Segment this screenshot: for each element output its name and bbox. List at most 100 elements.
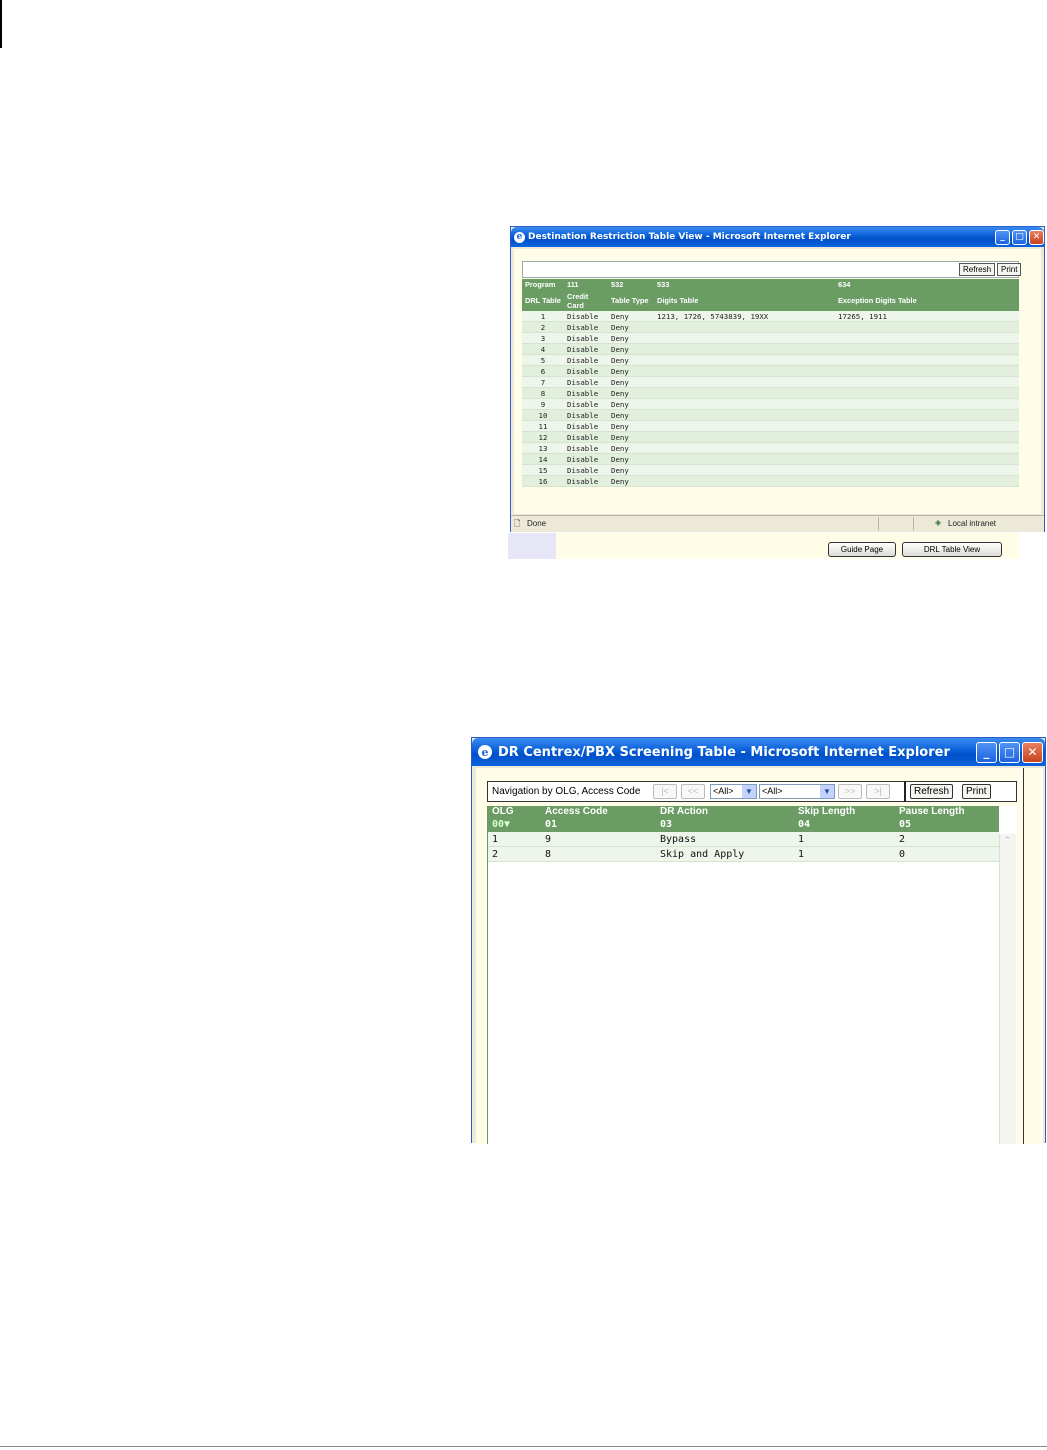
guide-strip: Guide Page DRL Table View bbox=[508, 533, 1020, 559]
cell-blank bbox=[774, 332, 835, 344]
maximize-icon[interactable]: □ bbox=[1012, 229, 1027, 245]
col-olg[interactable]: OLG bbox=[488, 806, 541, 819]
maximize-icon[interactable]: □ bbox=[999, 741, 1020, 763]
cell-drl: 7 bbox=[522, 376, 564, 388]
program-blank bbox=[774, 279, 835, 290]
next-page-button[interactable]: >> bbox=[838, 784, 862, 799]
cell-credit-card: Disable bbox=[564, 409, 608, 421]
table-row[interactable]: 10 Disable Deny bbox=[522, 409, 1019, 421]
cell-exception bbox=[835, 453, 1019, 465]
cell-drl: 9 bbox=[522, 398, 564, 410]
cell-blank bbox=[774, 409, 835, 421]
cell-skip-length: 1 bbox=[794, 832, 895, 847]
cell-exception bbox=[835, 475, 1019, 487]
cell-digits bbox=[654, 343, 774, 355]
col-credit-card: Credit Card bbox=[564, 290, 608, 311]
cell-digits bbox=[654, 332, 774, 344]
minimize-icon[interactable]: _ bbox=[995, 229, 1010, 245]
chevron-down-icon[interactable]: ▼ bbox=[742, 785, 756, 798]
cell-digits bbox=[654, 376, 774, 388]
first-page-button[interactable]: |< bbox=[653, 784, 677, 799]
scroll-up-icon[interactable]: ⌃ bbox=[1000, 834, 1015, 848]
cell-digits bbox=[654, 442, 774, 454]
cell-blank bbox=[774, 453, 835, 465]
footer-rule bbox=[0, 1446, 1047, 1447]
prev-page-button[interactable]: << bbox=[681, 784, 705, 799]
vertical-scrollbar[interactable]: ⌃ bbox=[999, 834, 1016, 1144]
status-text: Done bbox=[527, 519, 547, 528]
cell-credit-card: Disable bbox=[564, 442, 608, 454]
cell-digits bbox=[654, 453, 774, 465]
cell-digits: 1213, 1726, 5743839, 19XX bbox=[654, 311, 774, 322]
cell-blank bbox=[774, 343, 835, 355]
drl-table: Program 111 532 533 634 DRL Table Credit… bbox=[522, 279, 1019, 487]
table-row[interactable]: 9 Disable Deny bbox=[522, 398, 1019, 410]
table-row[interactable]: 7 Disable Deny bbox=[522, 376, 1019, 388]
titlebar: e Destination Restriction Table View - M… bbox=[511, 227, 1044, 247]
refresh-button[interactable]: Refresh bbox=[910, 784, 954, 799]
table-row[interactable]: 12 Disable Deny bbox=[522, 431, 1019, 443]
cell-table-type: Deny bbox=[608, 387, 654, 399]
print-button[interactable]: Print bbox=[997, 263, 1022, 276]
code-olg-sorted[interactable]: 00▼ bbox=[488, 819, 541, 832]
cell-credit-card: Disable bbox=[564, 453, 608, 465]
column-header-row: DRL Table Credit Card Table Type Digits … bbox=[522, 290, 1019, 311]
close-icon[interactable]: ✕ bbox=[1029, 229, 1044, 245]
chevron-down-icon[interactable]: ▼ bbox=[820, 785, 834, 798]
cell-blank bbox=[774, 475, 835, 487]
drl-table-view-button[interactable]: DRL Table View bbox=[902, 542, 1002, 557]
status-bar: 🗋 Done ◈ Local intranet bbox=[511, 515, 1044, 532]
table-row[interactable]: 14 Disable Deny bbox=[522, 453, 1019, 465]
cell-table-type: Deny bbox=[608, 365, 654, 377]
col-access-code[interactable]: Access Code bbox=[541, 806, 656, 819]
cell-exception bbox=[835, 398, 1019, 410]
table-row[interactable]: 5 Disable Deny bbox=[522, 354, 1019, 366]
cell-credit-card: Disable bbox=[564, 332, 608, 344]
drl-table-body: 1 Disable Deny 1213, 1726, 5743839, 19XX 172… bbox=[522, 311, 1019, 487]
cell-drl: 8 bbox=[522, 387, 564, 399]
status-divider bbox=[913, 517, 914, 530]
screening-table-body: 1 9 Bypass 1 2 2 8 Skip and Apply 1 0 bbox=[488, 832, 999, 862]
table-row[interactable]: 2 8 Skip and Apply 1 0 bbox=[488, 846, 999, 862]
cell-table-type: Deny bbox=[608, 398, 654, 410]
page-content: Navigation by OLG, Access Code |< << <Al… bbox=[476, 768, 1043, 1144]
window-controls: _ □ ✕ bbox=[976, 741, 1043, 763]
guide-page-button[interactable]: Guide Page bbox=[828, 542, 896, 557]
table-row[interactable]: 3 Disable Deny bbox=[522, 332, 1019, 344]
col-skip-length[interactable]: Skip Length bbox=[794, 806, 895, 819]
print-button[interactable]: Print bbox=[962, 784, 991, 799]
table-row[interactable]: 15 Disable Deny bbox=[522, 464, 1019, 476]
cell-blank bbox=[774, 431, 835, 443]
table-row[interactable]: 6 Disable Deny bbox=[522, 365, 1019, 377]
table-row[interactable]: 13 Disable Deny bbox=[522, 442, 1019, 454]
cell-exception bbox=[835, 376, 1019, 388]
cell-digits bbox=[654, 365, 774, 377]
code-dr-action: 03 bbox=[656, 819, 794, 832]
table-row[interactable]: 16 Disable Deny bbox=[522, 475, 1019, 487]
refresh-button[interactable]: Refresh bbox=[959, 263, 996, 276]
table-row[interactable]: 11 Disable Deny bbox=[522, 420, 1019, 432]
program-533: 533 bbox=[654, 279, 774, 290]
last-page-button[interactable]: >| bbox=[866, 784, 890, 799]
close-icon[interactable]: ✕ bbox=[1022, 741, 1043, 763]
table-row[interactable]: 1 Disable Deny 1213, 1726, 5743839, 19XX 172… bbox=[522, 311, 1019, 322]
code-access-code: 01 bbox=[541, 819, 656, 832]
minimize-icon[interactable]: _ bbox=[976, 741, 997, 763]
cell-pause-length: 2 bbox=[895, 832, 999, 847]
cell-table-type: Deny bbox=[608, 409, 654, 421]
cell-credit-card: Disable bbox=[564, 365, 608, 377]
access-code-select[interactable]: <All> ▼ bbox=[759, 784, 835, 799]
table-row[interactable]: 1 9 Bypass 1 2 bbox=[488, 832, 999, 847]
page-icon: 🗋 bbox=[514, 519, 521, 528]
table-row[interactable]: 8 Disable Deny bbox=[522, 387, 1019, 399]
table-row[interactable]: 2 Disable Deny bbox=[522, 321, 1019, 333]
cell-table-type: Deny bbox=[608, 376, 654, 388]
cell-drl: 3 bbox=[522, 332, 564, 344]
col-pause-length[interactable]: Pause Length bbox=[895, 806, 999, 819]
cell-dr-action: Bypass bbox=[656, 832, 794, 847]
cell-blank bbox=[774, 311, 835, 322]
cell-credit-card: Disable bbox=[564, 431, 608, 443]
table-row[interactable]: 4 Disable Deny bbox=[522, 343, 1019, 355]
col-dr-action[interactable]: DR Action bbox=[656, 806, 794, 819]
olg-select[interactable]: <All> ▼ bbox=[710, 784, 757, 799]
